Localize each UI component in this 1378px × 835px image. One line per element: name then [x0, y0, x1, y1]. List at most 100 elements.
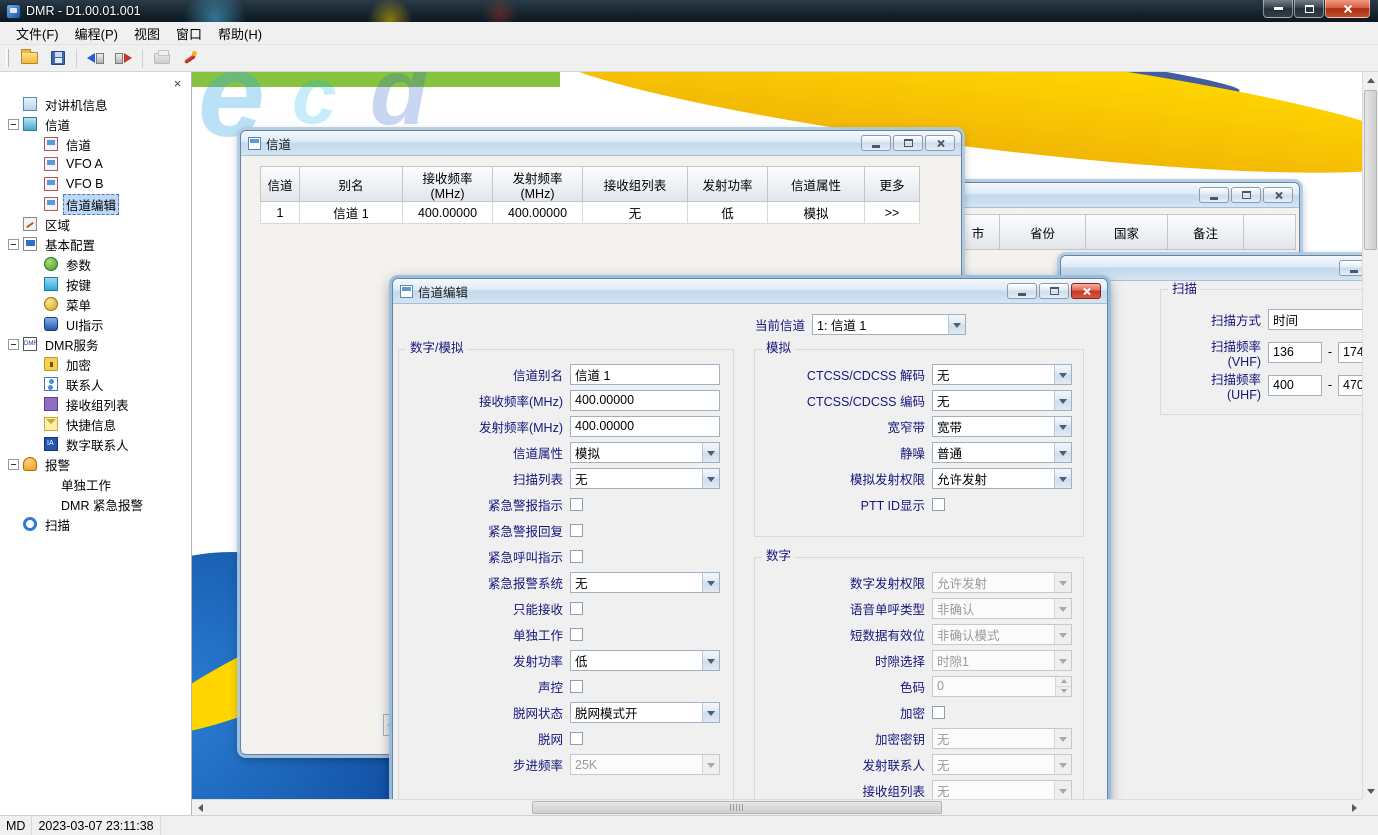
analog-tx-permit-combo[interactable]: 允许发射: [932, 468, 1072, 489]
scan-vhf-from-input[interactable]: [1268, 342, 1322, 363]
menu-window[interactable]: 窗口: [168, 21, 210, 46]
tree-item-zone[interactable]: 区域: [0, 214, 191, 234]
tree-item-scan[interactable]: 扫描: [0, 514, 191, 534]
menu-help[interactable]: 帮助(H): [210, 21, 270, 46]
emergency-call-indication-checkbox[interactable]: [570, 550, 583, 563]
tree-item-vfo-b[interactable]: VFO B: [0, 174, 191, 194]
app-maximize-button[interactable]: [1294, 0, 1324, 18]
cell-alias[interactable]: 信道 1: [300, 202, 403, 224]
cell-tx-power[interactable]: 低: [688, 202, 768, 224]
app-titlebar[interactable]: DMR - D1.00.01.001: [0, 0, 1378, 22]
minimize-button[interactable]: [861, 135, 891, 151]
tree-item-vfo-a[interactable]: VFO A: [0, 154, 191, 174]
current-channel-combo[interactable]: 1: 信道 1: [812, 314, 966, 335]
tree-item-dmr-service[interactable]: DMR服务: [0, 334, 191, 354]
offline-checkbox[interactable]: [570, 732, 583, 745]
rx-only-checkbox[interactable]: [570, 602, 583, 615]
emergency-alarm-indication-checkbox[interactable]: [570, 498, 583, 511]
tx-power-combo[interactable]: 低: [570, 650, 720, 671]
tree-item-rx-group-list[interactable]: 接收组列表: [0, 394, 191, 414]
tree-item-radio-info[interactable]: 对讲机信息: [0, 94, 191, 114]
cell-tx-frequency[interactable]: 400.00000: [493, 202, 583, 224]
maximize-button[interactable]: [1039, 283, 1069, 299]
tree-item-ui-indication[interactable]: UI指示: [0, 314, 191, 334]
tree-item-channel-group[interactable]: 信道: [0, 114, 191, 134]
tx-frequency-input[interactable]: [570, 416, 720, 437]
bandwidth-combo[interactable]: 宽带: [932, 416, 1072, 437]
chevron-down-icon: [702, 443, 719, 462]
app-minimize-button[interactable]: [1263, 0, 1293, 18]
channel-alias-input[interactable]: [570, 364, 720, 385]
vertical-scrollbar-thumb[interactable]: [1364, 90, 1377, 250]
app-close-button[interactable]: [1325, 0, 1370, 18]
squelch-combo[interactable]: 普通: [932, 442, 1072, 463]
tree-item-contacts[interactable]: 联系人: [0, 374, 191, 394]
collapse-icon[interactable]: [8, 119, 19, 130]
tree-item-menu[interactable]: 菜单: [0, 294, 191, 314]
ptt-id-display-checkbox[interactable]: [932, 498, 945, 511]
scan-list-combo[interactable]: 无: [570, 468, 720, 489]
collapse-icon[interactable]: [8, 459, 19, 470]
menu-view[interactable]: 视图: [126, 21, 168, 46]
minimize-button[interactable]: [1007, 283, 1037, 299]
cell-channel-number[interactable]: 1: [260, 202, 300, 224]
tree-item-digital-contacts[interactable]: 数字联系人: [0, 434, 191, 454]
tree-item-channel[interactable]: 信道: [0, 134, 191, 154]
field-label: 语音单呼类型: [760, 599, 932, 618]
scroll-right-button[interactable]: [1346, 800, 1362, 815]
horizontal-scrollbar-thumb[interactable]: [532, 801, 942, 814]
tree-item-parameters[interactable]: 参数: [0, 254, 191, 274]
scroll-left-button[interactable]: [192, 800, 208, 815]
sidebar-close-button[interactable]: [170, 76, 185, 90]
emergency-alarm-system-combo[interactable]: 无: [570, 572, 720, 593]
cell-rx-frequency[interactable]: 400.00000: [403, 202, 493, 224]
tree-item-alarm[interactable]: 报警: [0, 454, 191, 474]
program-tool-button[interactable]: [177, 47, 202, 69]
form-row: 模拟发射权限 允许发射: [760, 467, 1072, 489]
vox-checkbox[interactable]: [570, 680, 583, 693]
window-titlebar[interactable]: [1061, 256, 1378, 281]
emergency-alarm-ack-checkbox[interactable]: [570, 524, 583, 537]
close-button[interactable]: [1071, 283, 1101, 299]
scroll-up-button[interactable]: [1363, 72, 1378, 88]
cell-rx-group-list[interactable]: 无: [583, 202, 688, 224]
ctcss-decode-combo[interactable]: 无: [932, 364, 1072, 385]
collapse-icon[interactable]: [8, 339, 19, 350]
write-to-radio-icon: [115, 53, 132, 64]
horizontal-scrollbar[interactable]: [192, 799, 1362, 815]
close-button[interactable]: [925, 135, 955, 151]
minimize-button[interactable]: [1199, 187, 1229, 203]
menu-program[interactable]: 编程(P): [67, 21, 126, 46]
close-icon: [936, 139, 945, 148]
cell-more-button[interactable]: >>: [865, 202, 920, 224]
scan-uhf-from-input[interactable]: [1268, 375, 1322, 396]
ctcss-encode-combo[interactable]: 无: [932, 390, 1072, 411]
offline-status-combo[interactable]: 脱网模式开: [570, 702, 720, 723]
tree-item-lone-work[interactable]: 单独工作: [0, 474, 191, 494]
open-file-button[interactable]: [17, 47, 42, 69]
tree-item-basic-config[interactable]: 基本配置: [0, 234, 191, 254]
print-button[interactable]: [149, 47, 174, 69]
cell-channel-type[interactable]: 模拟: [768, 202, 865, 224]
rx-frequency-input[interactable]: [570, 390, 720, 411]
channel-type-combo[interactable]: 模拟: [570, 442, 720, 463]
tree-item-quick-message[interactable]: 快捷信息: [0, 414, 191, 434]
maximize-button[interactable]: [893, 135, 923, 151]
tree-item-keys[interactable]: 按键: [0, 274, 191, 294]
maximize-button[interactable]: [1231, 187, 1261, 203]
tree-item-dmr-emergency[interactable]: DMR 紧急报警: [0, 494, 191, 514]
menu-file[interactable]: 文件(F): [8, 21, 67, 46]
window-titlebar[interactable]: 信道编辑: [393, 279, 1107, 304]
collapse-icon[interactable]: [8, 239, 19, 250]
save-button[interactable]: [45, 47, 70, 69]
write-to-radio-button[interactable]: [111, 47, 136, 69]
window-titlebar[interactable]: 信道: [241, 131, 961, 156]
tree-item-encryption[interactable]: 加密: [0, 354, 191, 374]
encrypt-checkbox[interactable]: [932, 706, 945, 719]
tree-item-channel-edit[interactable]: 信道编辑: [0, 194, 191, 214]
read-from-radio-button[interactable]: [83, 47, 108, 69]
lone-worker-checkbox[interactable]: [570, 628, 583, 641]
close-button[interactable]: [1263, 187, 1293, 203]
vertical-scrollbar[interactable]: [1362, 72, 1378, 799]
scroll-down-button[interactable]: [1363, 783, 1378, 799]
